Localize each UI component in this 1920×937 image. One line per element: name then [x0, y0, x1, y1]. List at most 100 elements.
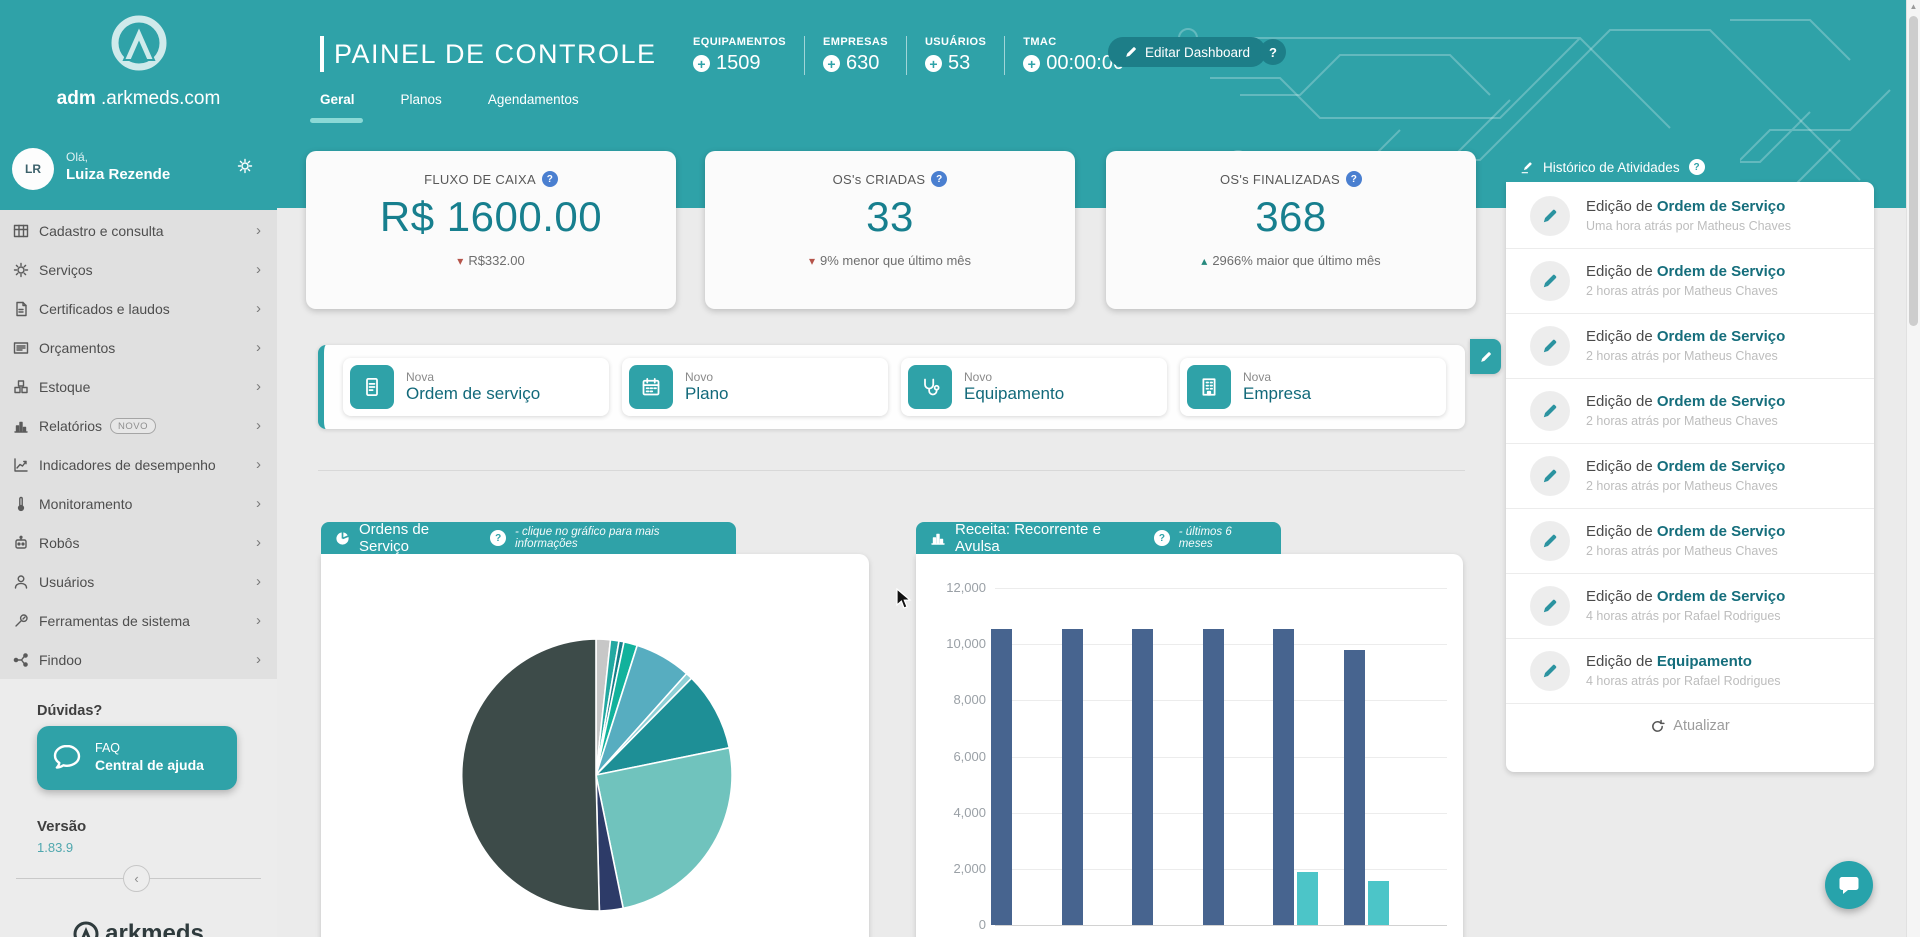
bar-avulsa[interactable]: [1368, 881, 1389, 925]
bar-recorrente[interactable]: [1203, 629, 1224, 925]
bar-recorrente[interactable]: [1273, 629, 1294, 925]
user-settings-gear-icon[interactable]: [237, 158, 253, 174]
orders-pie-chart[interactable]: [458, 637, 734, 913]
new-badge: NOVO: [110, 418, 156, 434]
footer-logo: arkmeds: [0, 920, 277, 937]
tab-geral[interactable]: Geral: [320, 92, 355, 117]
bar-ytick: 4,000: [924, 805, 986, 820]
sidebar-item-orcamentos[interactable]: Orçamentos›: [0, 328, 277, 367]
footer-logo-text: arkmeds: [105, 920, 204, 937]
dashboard-help-button[interactable]: ?: [1260, 39, 1286, 65]
question-circle-icon[interactable]: ?: [931, 171, 947, 187]
version-number: 1.83.9: [37, 840, 73, 855]
plus-circle-icon[interactable]: +: [925, 55, 942, 72]
robot-icon: [12, 535, 30, 551]
activity-item[interactable]: Edição de Ordem de Serviço2 horas atrás …: [1506, 249, 1874, 314]
activity-item[interactable]: Edição de Ordem de Serviço2 horas atrás …: [1506, 379, 1874, 444]
activity-item[interactable]: Edição de Ordem de ServiçoUma hora atrás…: [1506, 182, 1874, 249]
pie-help-icon[interactable]: ?: [490, 530, 506, 546]
sidebar-item-certificados-e-laudos[interactable]: Certificados e laudos›: [0, 289, 277, 328]
bar-gridline: [995, 925, 1447, 926]
kpi-delta-text: 9% menor que último mês: [820, 253, 971, 268]
bar-recorrente[interactable]: [1132, 629, 1153, 925]
sidebar-item-label: Indicadores de desempenho: [39, 457, 216, 473]
tab-agendamentos[interactable]: Agendamentos: [488, 92, 579, 117]
user-icon: [12, 574, 30, 590]
quick-action-label: Ordem de serviço: [406, 384, 540, 404]
activity-text: Edição de Ordem de Serviço2 horas atrás …: [1586, 393, 1785, 429]
sidebar-item-indicadores-de-desempenho[interactable]: Indicadores de desempenho›: [0, 445, 277, 484]
quick-actions-edit-button[interactable]: [1470, 339, 1501, 374]
plus-circle-icon[interactable]: +: [1023, 55, 1040, 72]
sidebar-item-usuarios[interactable]: Usuários›: [0, 562, 277, 601]
plus-circle-icon[interactable]: +: [823, 55, 840, 72]
quick-action-novo-plano[interactable]: NovoPlano: [622, 358, 888, 416]
kpi-value: R$ 1600.00: [306, 193, 676, 241]
activity-item[interactable]: Edição de Ordem de Serviço2 horas atrás …: [1506, 314, 1874, 379]
scrollbar-up-arrow-icon[interactable]: ▲: [1907, 2, 1920, 11]
bar-avulsa[interactable]: [1297, 872, 1318, 925]
network-icon: [12, 652, 30, 668]
pie-slice-aberta[interactable]: [462, 639, 600, 911]
avatar[interactable]: LR: [12, 148, 54, 190]
question-circle-icon[interactable]: ?: [542, 171, 558, 187]
chat-widget-button[interactable]: [1825, 861, 1873, 909]
faq-button[interactable]: FAQ Central de ajuda: [37, 726, 237, 790]
dashboard-app: adm .arkmeds.com LR Olá, Luiza Rezende C…: [0, 0, 1920, 937]
sidebar-help-section: Dúvidas? FAQ Central de ajuda Versão 1.8…: [0, 679, 277, 937]
activity-item[interactable]: Edição de Equipamento4 horas atrás por R…: [1506, 639, 1874, 704]
activity-target: Ordem de Serviço: [1657, 458, 1785, 475]
bar-help-icon[interactable]: ?: [1154, 530, 1170, 546]
sidebar-item-servicos[interactable]: Serviços›: [0, 250, 277, 289]
page-scrollbar[interactable]: ▲: [1906, 0, 1920, 937]
quick-action-label: Equipamento: [964, 384, 1064, 404]
page-title: PAINEL DE CONTROLE: [334, 39, 657, 70]
bar-panel-note: - últimos 6 meses: [1179, 526, 1267, 550]
bar-recorrente[interactable]: [1344, 650, 1365, 925]
quick-action-nova-empresa[interactable]: NovaEmpresa: [1180, 358, 1446, 416]
kpi-card-os-s-finalizadas: OS's FINALIZADAS?368▴2966% maior que últ…: [1106, 151, 1476, 309]
chevron-right-icon: ›: [256, 652, 261, 667]
header-stat-empresas: EMPRESAS+630: [823, 36, 906, 75]
kpi-title: OS's FINALIZADAS?: [1106, 171, 1476, 187]
section-divider: [318, 470, 1465, 471]
pencil-icon: [1530, 196, 1570, 236]
sidebar-item-estoque[interactable]: Estoque›: [0, 367, 277, 406]
tab-bar: Geral Planos Agendamentos: [320, 92, 579, 117]
activity-item[interactable]: Edição de Ordem de Serviço4 horas atrás …: [1506, 574, 1874, 639]
activity-panel-title: Histórico de Atividades: [1543, 160, 1680, 175]
activity-title: Edição de Ordem de Serviço: [1586, 393, 1785, 412]
chevron-right-icon: ›: [256, 496, 261, 511]
sidebar-item-robos[interactable]: Robôs›: [0, 523, 277, 562]
trend-down-icon: ▾: [457, 254, 463, 268]
bar-chart-icon: [12, 418, 30, 434]
stat-label: EMPRESAS: [823, 36, 888, 48]
activity-item[interactable]: Edição de Ordem de Serviço2 horas atrás …: [1506, 444, 1874, 509]
activity-text: Edição de Ordem de Serviço2 horas atrás …: [1586, 328, 1785, 364]
bar-recorrente[interactable]: [991, 629, 1012, 925]
kpi-delta: ▾R$332.00: [306, 253, 676, 268]
sidebar-item-findoo[interactable]: Findoo›: [0, 640, 277, 679]
bar-recorrente[interactable]: [1062, 629, 1083, 925]
arkmeds-footer-logo-icon: [73, 921, 99, 937]
activity-item[interactable]: Edição de Ordem de Serviço2 horas atrás …: [1506, 509, 1874, 574]
sidebar-item-monitoramento[interactable]: Monitoramento›: [0, 484, 277, 523]
quick-action-novo-equipamento[interactable]: NovoEquipamento: [901, 358, 1167, 416]
sidebar-item-cadastro-e-consulta[interactable]: Cadastro e consulta›: [0, 211, 277, 250]
scrollbar-thumb[interactable]: [1909, 16, 1918, 326]
tab-planos[interactable]: Planos: [401, 92, 442, 117]
plus-circle-icon[interactable]: +: [693, 55, 710, 72]
stat-separator: [906, 36, 907, 75]
sidebar-item-label: Usuários: [39, 574, 94, 590]
edit-dashboard-label: Editar Dashboard: [1145, 45, 1250, 60]
quick-action-nova-ordem-de-servico[interactable]: NovaOrdem de serviço: [343, 358, 609, 416]
activity-help-icon[interactable]: ?: [1689, 159, 1705, 175]
activity-meta: 2 horas atrás por Matheus Chaves: [1586, 544, 1785, 560]
sidebar-collapse-button[interactable]: ‹: [123, 865, 150, 892]
sidebar-item-ferramentas-de-sistema[interactable]: Ferramentas de sistema›: [0, 601, 277, 640]
refresh-button[interactable]: Atualizar: [1506, 718, 1874, 734]
sidebar-item-relatorios[interactable]: RelatóriosNOVO›: [0, 406, 277, 445]
pencil-icon: [1530, 326, 1570, 366]
edit-dashboard-button[interactable]: Editar Dashboard: [1108, 37, 1266, 67]
question-circle-icon[interactable]: ?: [1346, 171, 1362, 187]
